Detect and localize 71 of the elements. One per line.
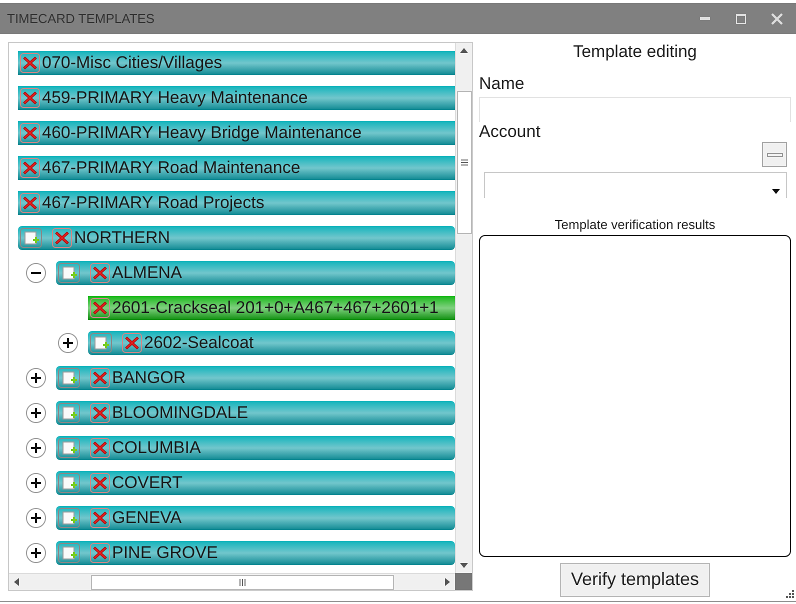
add-document-icon[interactable] [20,228,42,248]
add-document-icon[interactable] [58,473,80,493]
verify-button[interactable]: Verify templates [560,562,710,597]
remove-icon[interactable] [90,438,110,458]
remove-icon[interactable] [122,333,142,353]
scroll-right-icon[interactable] [445,578,450,586]
tree-item[interactable]: 460-PRIMARY Heavy Bridge Maintenance [18,121,455,145]
remove-icon[interactable] [20,193,40,213]
expand-icon[interactable] [26,473,46,493]
remove-icon[interactable] [90,543,110,563]
tree-item[interactable]: GENEVA [56,506,455,530]
tree-item[interactable]: BANGOR [56,366,455,390]
tree-item[interactable]: 2602-Sealcoat [88,331,455,355]
remove-icon[interactable] [90,473,110,493]
panel-title: Template editing [572,42,698,62]
add-document-icon[interactable] [90,333,112,353]
add-document-icon[interactable] [58,368,80,388]
dash-icon [766,152,782,157]
tree-item[interactable]: 2601-Crackseal 201+0+A467+467+2601+1 [88,296,455,320]
scroll-down-icon[interactable] [460,563,468,568]
tree-item[interactable]: 467-PRIMARY Road Projects [18,191,455,215]
scroll-thumb[interactable] [456,91,472,234]
scroll-left-icon[interactable] [14,578,19,586]
tree-item[interactable]: COVERT [56,471,455,495]
remove-icon[interactable] [90,403,110,423]
field-label: Name [479,74,526,94]
remove-icon[interactable] [20,158,40,178]
expand-icon[interactable] [26,543,46,563]
remove-icon[interactable] [20,123,40,143]
expand-icon[interactable] [26,368,46,388]
collapse-icon[interactable] [26,263,46,283]
grip-icon [460,159,468,166]
expand-icon[interactable] [26,403,46,423]
maximize-icon[interactable] [736,14,746,24]
tree-item[interactable]: 070-Misc Cities/Villages [18,51,455,75]
tree-item[interactable]: 467-PRIMARY Road Maintenance [18,156,455,180]
vertical-scrollbar[interactable] [455,43,472,573]
expand-icon[interactable] [58,333,78,353]
remove-icon[interactable] [52,228,72,248]
tree-item[interactable]: NORTHERN [18,226,455,250]
tree-item[interactable]: BLOOMINGDALE [56,401,455,425]
add-document-icon[interactable] [58,403,80,423]
horizontal-scrollbar[interactable] [9,573,455,590]
close-icon[interactable] [771,12,783,24]
tree-item[interactable]: COLUMBIA [56,436,455,460]
field-label: Account [479,122,542,142]
browse-button[interactable] [762,142,787,167]
expand-icon[interactable] [26,438,46,458]
grip-icon [239,578,246,586]
add-document-icon[interactable] [58,508,80,528]
scrollbar-corner [455,573,472,590]
expand-icon[interactable] [26,508,46,528]
results-label: Template verification results [554,217,716,232]
resize-grip-icon[interactable] [785,589,794,598]
tree-item[interactable]: PINE GROVE [56,541,455,565]
scroll-thumb[interactable] [91,574,394,590]
window-title: TIMECARD TEMPLATES [7,11,156,26]
add-document-icon[interactable] [58,543,80,563]
scroll-up-icon[interactable] [460,48,468,53]
add-document-icon[interactable] [58,438,80,458]
name-field[interactable] [479,97,791,122]
caret-icon [772,189,780,194]
tree-item[interactable]: 459-PRIMARY Heavy Maintenance [18,86,455,110]
remove-icon[interactable] [90,263,110,283]
remove-icon[interactable] [20,88,40,108]
remove-icon[interactable] [90,298,110,318]
tree-item[interactable]: ALMENA [56,261,455,285]
add-document-icon[interactable] [58,263,80,283]
remove-icon[interactable] [90,368,110,388]
remove-icon[interactable] [90,508,110,528]
remove-icon[interactable] [20,53,40,73]
